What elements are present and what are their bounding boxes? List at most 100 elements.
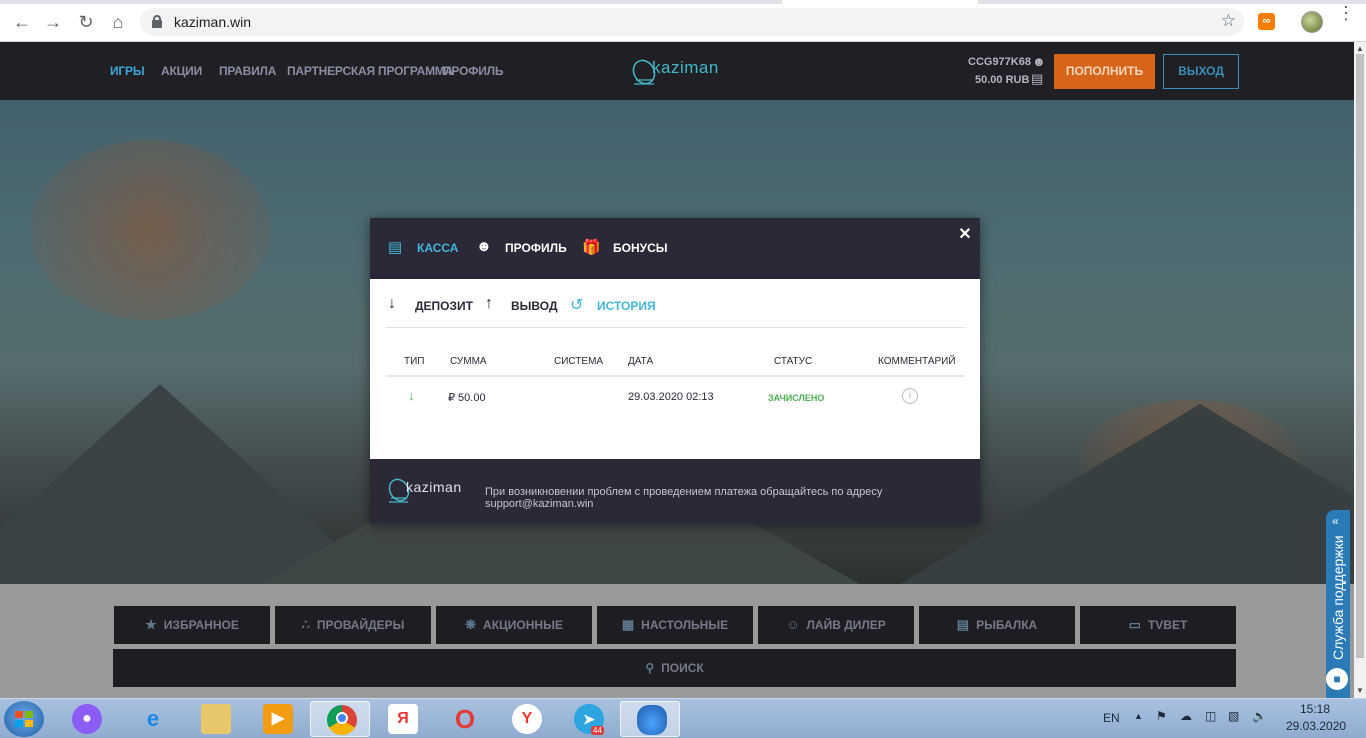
extension-icon[interactable]: ∞ — [1258, 13, 1275, 30]
telegram-badge: 44 — [591, 726, 604, 735]
url-text[interactable]: kaziman.win — [174, 14, 251, 30]
taskbar-app-saucer[interactable] — [620, 701, 680, 737]
clock-date[interactable]: 29.03.2020 — [1286, 719, 1346, 733]
grid-icon: ▦ — [621, 617, 635, 632]
scroll-up-icon[interactable]: ▲ — [1356, 44, 1364, 53]
network-signal-icon[interactable]: ▧ — [1228, 709, 1239, 723]
folder-icon — [201, 704, 231, 734]
profile-avatar[interactable] — [1301, 11, 1323, 33]
saucer-icon — [637, 705, 667, 735]
monitor-icon: ▭ — [1128, 617, 1141, 632]
categories-area: ★ ИЗБРАННОЕ ∴ ПРОВАЙДЕРЫ ❋ АКЦИОННЫЕ ▦ НАСТО… — [0, 584, 1354, 698]
arrow-up-icon[interactable]: ↑ — [485, 295, 493, 313]
modal-footer: kaziman При возникновении проблем с пров… — [370, 459, 980, 523]
taskbar-explorer[interactable] — [185, 701, 245, 737]
taskbar-media[interactable]: ▶ — [247, 701, 307, 737]
category-tvbet[interactable]: ▭ TVBET — [1080, 606, 1236, 644]
site-logo[interactable]: kaziman — [630, 52, 730, 90]
history-icon[interactable]: ↺ — [570, 295, 583, 315]
browser-menu-icon[interactable]: ⋮ — [1337, 4, 1355, 22]
forward-icon[interactable]: → — [43, 12, 63, 32]
arrow-down-icon[interactable]: ↓ — [388, 295, 396, 313]
reload-icon[interactable]: ↻ — [76, 12, 96, 32]
page-scrollbar[interactable]: ▲ ▼ — [1354, 42, 1366, 698]
exit-button[interactable]: ВЫХОД — [1163, 54, 1239, 89]
gift-icon[interactable]: 🎁 — [582, 238, 601, 256]
category-live-dealer[interactable]: ☺ ЛАЙВ ДИЛЕР — [758, 606, 914, 644]
active-tab[interactable] — [782, 0, 978, 4]
column-comment: КОММЕНТАРИЙ — [878, 356, 956, 367]
close-icon[interactable]: ✕ — [955, 225, 975, 245]
yandex-y-icon: Y — [512, 704, 542, 734]
deposit-button[interactable]: ПОПОЛНИТЬ — [1054, 54, 1155, 89]
profile-face-icon[interactable]: ☻ — [476, 238, 492, 255]
subtab-history[interactable]: ИСТОРИЯ — [597, 299, 656, 313]
address-bar[interactable]: kaziman.win ☆ — [140, 8, 1244, 36]
category-providers[interactable]: ∴ ПРОВАЙДЕРЫ — [275, 606, 431, 644]
nav-profile[interactable]: ПРОФИЛЬ — [443, 64, 504, 78]
modal-header: ▤ КАССА ☻ ПРОФИЛЬ 🎁 БОНУСЫ ✕ — [370, 218, 980, 279]
category-promo[interactable]: ❋ АКЦИОННЫЕ — [436, 606, 592, 644]
balance: 50.00 RUB — [975, 74, 1030, 86]
chevron-left-icon[interactable]: « — [1332, 514, 1339, 528]
taskbar-chrome[interactable] — [310, 701, 370, 737]
safe-remove-icon[interactable]: ◫ — [1205, 709, 1216, 723]
divider — [386, 327, 965, 328]
home-icon[interactable]: ⌂ — [108, 12, 128, 32]
yandex-icon: Я — [388, 704, 418, 734]
column-status: СТАТУС — [774, 356, 813, 367]
taskbar-ie[interactable]: e — [122, 701, 182, 737]
start-button[interactable] — [4, 701, 44, 737]
tab-cashier[interactable]: КАССА — [417, 241, 458, 255]
providers-icon: ∴ — [301, 617, 310, 632]
site-header: ИГРЫ АКЦИИ ПРАВИЛА ПАРТНЕРСКАЯ ПРОГРАММА… — [0, 42, 1354, 100]
cashier-modal: ▤ КАССА ☻ ПРОФИЛЬ 🎁 БОНУСЫ ✕ ↓ ДЕПОЗИТ ↑… — [370, 218, 980, 523]
taskbar-opera[interactable]: O — [434, 701, 494, 737]
taskbar-yandex-browser[interactable]: Я — [372, 701, 432, 737]
footer-logo-text: kaziman — [406, 479, 462, 495]
category-favorites[interactable]: ★ ИЗБРАННОЕ — [114, 606, 270, 644]
support-label[interactable]: Служба поддержки — [1330, 535, 1346, 660]
browser-chrome: ← → ↻ ⌂ kaziman.win ☆ ∞ ⋮ — [0, 0, 1366, 42]
nav-games[interactable]: ИГРЫ — [110, 64, 145, 78]
arrow-down-icon: ↓ — [408, 388, 415, 403]
scroll-down-icon[interactable]: ▼ — [1356, 686, 1364, 695]
nav-rules[interactable]: ПРАВИЛА — [219, 64, 276, 78]
scroll-thumb[interactable] — [1356, 54, 1364, 658]
taskbar-yandex[interactable]: Y — [496, 701, 556, 737]
games-search-bar[interactable]: ⚲ ПОИСК — [113, 649, 1236, 687]
tab-profile[interactable]: ПРОФИЛЬ — [505, 241, 567, 255]
star-icon: ★ — [145, 617, 157, 632]
wallet-icon[interactable]: ▤ — [1031, 71, 1043, 87]
wallet-icon[interactable]: ▤ — [388, 238, 402, 256]
opera-icon: O — [454, 704, 476, 734]
nav-partner-program[interactable]: ПАРТНЕРСКАЯ ПРОГРАММА — [287, 64, 453, 78]
row-date: 29.03.2020 02:13 — [628, 391, 714, 403]
category-fishing[interactable]: ▤ РЫБАЛКА — [919, 606, 1075, 644]
tab-bonuses[interactable]: БОНУСЫ — [613, 241, 668, 255]
taskbar-alice[interactable]: ● — [56, 701, 116, 737]
subtab-withdraw[interactable]: ВЫВОД — [511, 299, 558, 313]
action-center-flag-icon[interactable]: ⚑ — [1156, 709, 1167, 723]
tray-app-icon[interactable]: ☁ — [1180, 709, 1192, 723]
tray-expand-icon[interactable]: ▲ — [1134, 711, 1143, 721]
subtab-deposit[interactable]: ДЕПОЗИТ — [415, 299, 473, 313]
chrome-icon — [327, 705, 357, 735]
user-face-icon[interactable]: ☻ — [1032, 54, 1046, 69]
clock-time[interactable]: 15:18 — [1300, 702, 1330, 716]
volume-icon[interactable]: 🔈 — [1252, 709, 1267, 723]
back-icon[interactable]: ← — [12, 12, 32, 32]
info-icon[interactable]: i — [902, 388, 918, 404]
taskbar-telegram[interactable]: ➤ 44 — [558, 701, 618, 737]
bookmark-star-icon[interactable]: ☆ — [1221, 11, 1236, 31]
chat-icon[interactable]: ■ — [1326, 668, 1348, 690]
search-icon: ⚲ — [645, 661, 655, 675]
column-system: СИСТЕМА — [554, 356, 604, 367]
windows-logo-icon — [15, 711, 33, 727]
alice-icon: ● — [72, 704, 102, 734]
category-table-games[interactable]: ▦ НАСТОЛЬНЫЕ — [597, 606, 753, 644]
footer-support-text: При возникновении проблем с проведением … — [485, 486, 883, 510]
user-id: CCG977K68 — [968, 56, 1031, 68]
language-indicator[interactable]: EN — [1103, 711, 1120, 725]
nav-promotions[interactable]: АКЦИИ — [161, 64, 202, 78]
